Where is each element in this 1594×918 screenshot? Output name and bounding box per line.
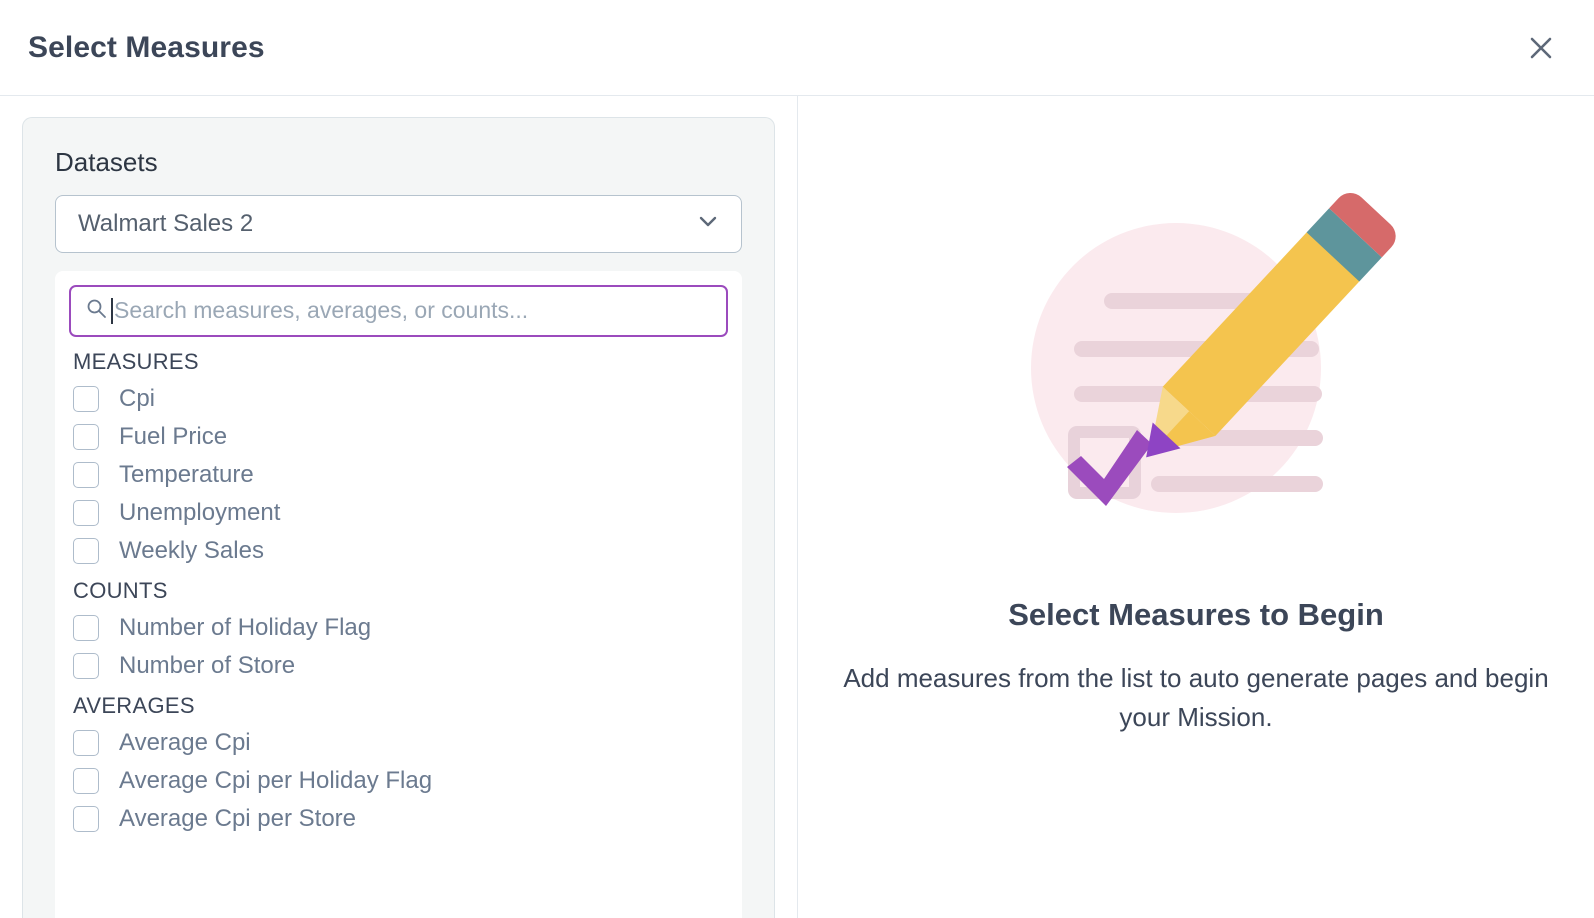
- measure-label: Number of Holiday Flag: [119, 614, 372, 642]
- measure-label: Average Cpi per Store: [119, 805, 357, 833]
- measure-list-item[interactable]: Temperature: [55, 456, 742, 494]
- measures-scroll-area[interactable]: MEASURES Cpi Fuel Price Temperature Unemploy…: [55, 341, 742, 918]
- page-title: Select Measures: [28, 30, 265, 64]
- close-icon: [1528, 35, 1554, 61]
- dataset-select-value: Walmart Sales 2: [78, 209, 254, 237]
- measure-checkbox[interactable]: [73, 806, 99, 833]
- measure-list-item[interactable]: Fuel Price: [55, 418, 742, 456]
- measure-checkbox[interactable]: [73, 614, 99, 641]
- close-button[interactable]: [1518, 25, 1564, 71]
- group-title: MEASURES: [73, 348, 199, 374]
- search-input[interactable]: [114, 286, 714, 335]
- measure-list-item[interactable]: Cpi: [55, 380, 742, 418]
- search-icon: [85, 297, 107, 324]
- measure-checkbox[interactable]: [73, 537, 99, 564]
- chevron-down-icon: [695, 208, 721, 239]
- measure-label: Cpi: [119, 384, 156, 412]
- measure-checkbox[interactable]: [73, 499, 99, 526]
- measure-label: Number of Store: [119, 652, 296, 680]
- measure-list-item[interactable]: Average Cpi: [55, 724, 742, 762]
- measure-label: Average Cpi: [119, 729, 251, 757]
- measure-checkbox[interactable]: [73, 768, 99, 795]
- modal-body: Datasets Walmart Sales 2 Search measures…: [0, 96, 1594, 918]
- modal-header: Select Measures: [0, 0, 1594, 96]
- select-measures-modal: Select Measures Datasets Walmart Sales 2: [0, 0, 1594, 918]
- pencil-checklist-illustration: [996, 168, 1396, 548]
- measure-checkbox[interactable]: [73, 461, 99, 488]
- measure-checkbox[interactable]: [73, 730, 99, 757]
- measure-list-item[interactable]: Number of Holiday Flag: [55, 609, 742, 647]
- search-field-wrapper[interactable]: [69, 284, 728, 337]
- empty-state-panel: Select Measures to Begin Add measures fr…: [797, 96, 1594, 918]
- measure-label: Fuel Price: [119, 422, 228, 450]
- measures-list-panel: MEASURES Cpi Fuel Price Temperature Unemploy…: [55, 270, 742, 918]
- text-caret: [111, 297, 113, 324]
- measure-list-item[interactable]: Unemployment: [55, 494, 742, 532]
- dataset-card: Datasets Walmart Sales 2 Search measures…: [22, 117, 775, 918]
- measure-label: Temperature: [119, 460, 254, 488]
- measures-panel: Datasets Walmart Sales 2 Search measures…: [0, 96, 797, 918]
- measure-list-item[interactable]: Weekly Sales: [55, 532, 742, 570]
- group-title: COUNTS: [73, 577, 168, 603]
- measure-checkbox[interactable]: [73, 385, 99, 412]
- measure-label: Weekly Sales: [119, 536, 264, 564]
- measure-list-item[interactable]: Number of Store: [55, 647, 742, 685]
- measure-list-item[interactable]: Average Cpi per Holiday Flag: [55, 762, 742, 800]
- measure-checkbox[interactable]: [73, 652, 99, 679]
- empty-state-description: Add measures from the list to auto gener…: [843, 663, 1549, 733]
- measure-label: Unemployment: [119, 498, 281, 526]
- measure-list-item[interactable]: Average Cpi per Store: [55, 800, 742, 838]
- group-title: AVERAGES: [73, 692, 195, 718]
- measure-checkbox[interactable]: [73, 423, 99, 450]
- empty-state-title: Select Measures to Begin: [1008, 597, 1384, 632]
- datasets-label: Datasets: [55, 147, 158, 177]
- measure-label: Average Cpi per Holiday Flag: [119, 767, 433, 795]
- dataset-select[interactable]: Walmart Sales 2: [55, 194, 742, 253]
